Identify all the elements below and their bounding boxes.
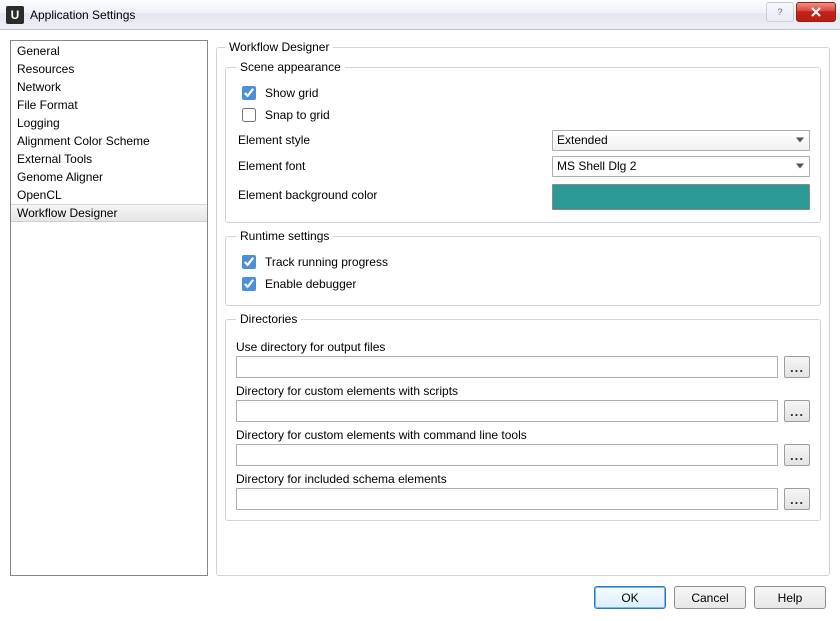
group-directories-legend: Directories: [236, 312, 301, 326]
label-element-font: Element font: [236, 159, 552, 173]
dialog-button-bar: OK Cancel Help: [10, 576, 830, 611]
color-swatch-element-bg[interactable]: [552, 184, 810, 210]
label-element-style: Element style: [236, 133, 552, 147]
category-item[interactable]: File Format: [11, 96, 207, 114]
checkbox-show-grid[interactable]: Show grid: [236, 82, 810, 104]
checkbox-snap-grid-label: Snap to grid: [265, 108, 330, 122]
select-element-font[interactable]: MS Shell Dlg 2: [552, 156, 810, 177]
browse-dir-output[interactable]: ...: [784, 356, 810, 378]
checkbox-track-progress-label: Track running progress: [265, 255, 388, 269]
label-dir-schema: Directory for included schema elements: [236, 472, 810, 486]
group-runtime: Runtime settings Track running progress …: [225, 229, 821, 306]
label-dir-output: Use directory for output files: [236, 340, 810, 354]
category-item[interactable]: OpenCL: [11, 186, 207, 204]
category-item[interactable]: Logging: [11, 114, 207, 132]
browse-dir-scripts[interactable]: ...: [784, 400, 810, 422]
input-dir-scripts[interactable]: [236, 400, 778, 422]
category-item[interactable]: External Tools: [11, 150, 207, 168]
checkbox-track-progress-input[interactable]: [242, 255, 256, 269]
checkbox-show-grid-input[interactable]: [242, 86, 256, 100]
ok-button[interactable]: OK: [594, 586, 666, 609]
titlebar-close-button[interactable]: [796, 2, 836, 22]
category-item[interactable]: General: [11, 42, 207, 60]
checkbox-enable-debugger-input[interactable]: [242, 277, 256, 291]
input-dir-output[interactable]: [236, 356, 778, 378]
category-item[interactable]: Network: [11, 78, 207, 96]
category-list[interactable]: GeneralResourcesNetworkFile FormatLoggin…: [10, 40, 208, 576]
panel-workflow-designer: Workflow Designer Scene appearance Show …: [216, 40, 830, 576]
panel-title: Workflow Designer: [225, 40, 333, 54]
category-item[interactable]: Alignment Color Scheme: [11, 132, 207, 150]
checkbox-track-progress[interactable]: Track running progress: [236, 251, 810, 273]
titlebar: U Application Settings ?: [0, 0, 840, 30]
browse-dir-schema[interactable]: ...: [784, 488, 810, 510]
close-icon: [811, 7, 821, 17]
titlebar-help-button[interactable]: ?: [766, 2, 794, 22]
group-scene-legend: Scene appearance: [236, 60, 345, 74]
group-runtime-legend: Runtime settings: [236, 229, 333, 243]
checkbox-show-grid-label: Show grid: [265, 86, 318, 100]
help-icon: ?: [774, 6, 786, 18]
input-dir-cli[interactable]: [236, 444, 778, 466]
checkbox-snap-grid[interactable]: Snap to grid: [236, 104, 810, 126]
app-icon: U: [6, 6, 24, 24]
category-item[interactable]: Workflow Designer: [11, 204, 207, 222]
checkbox-enable-debugger-label: Enable debugger: [265, 277, 356, 291]
svg-text:?: ?: [777, 7, 782, 17]
category-item[interactable]: Resources: [11, 60, 207, 78]
help-button[interactable]: Help: [754, 586, 826, 609]
group-directories: Directories Use directory for output fil…: [225, 312, 821, 521]
checkbox-enable-debugger[interactable]: Enable debugger: [236, 273, 810, 295]
select-element-style[interactable]: Extended: [552, 130, 810, 151]
checkbox-snap-grid-input[interactable]: [242, 108, 256, 122]
label-dir-cli: Directory for custom elements with comma…: [236, 428, 810, 442]
window-title: Application Settings: [30, 8, 135, 22]
browse-dir-cli[interactable]: ...: [784, 444, 810, 466]
group-scene-appearance: Scene appearance Show grid Snap to grid …: [225, 60, 821, 223]
input-dir-schema[interactable]: [236, 488, 778, 510]
category-item[interactable]: Genome Aligner: [11, 168, 207, 186]
label-bg-color: Element background color: [236, 180, 552, 202]
cancel-button[interactable]: Cancel: [674, 586, 746, 609]
label-dir-scripts: Directory for custom elements with scrip…: [236, 384, 810, 398]
